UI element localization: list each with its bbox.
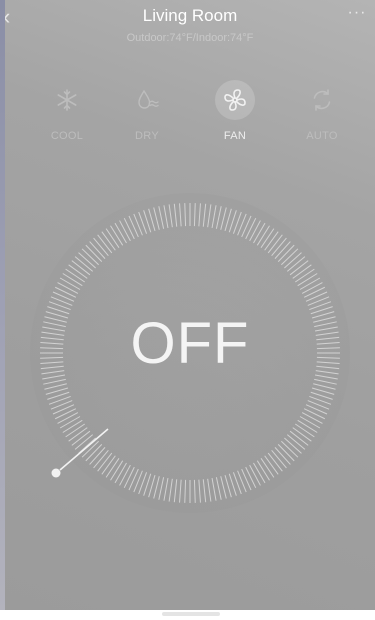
home-indicator[interactable] (162, 612, 220, 616)
mode-fan[interactable]: FAN (200, 80, 270, 148)
temperature-dial[interactable]: OFF (5, 170, 375, 550)
more-button[interactable]: ··· (347, 5, 367, 24)
more-icon: ··· (347, 4, 367, 21)
thermostat-screen: ‹ Living Room Outdoor:74°F/Indoor:74°F ·… (5, 0, 375, 610)
page-title: Living Room (142, 6, 238, 25)
mode-cool-label: COOL (50, 130, 84, 142)
snowflake-icon (47, 80, 87, 120)
mode-auto[interactable]: AUTO (287, 80, 357, 148)
mode-dry-label: DRY (135, 130, 159, 142)
dial-handle-knob[interactable] (51, 468, 61, 478)
mode-auto-label: AUTO (306, 130, 338, 142)
mode-cool[interactable]: COOL (32, 80, 102, 148)
mode-fan-label: FAN (223, 130, 247, 142)
header: ‹ Living Room Outdoor:74°F/Indoor:74°F ·… (5, 0, 375, 60)
mode-selector: COOL DRY FAN AUTO (5, 80, 375, 150)
power-state-text: OFF (130, 311, 250, 376)
mode-dry[interactable]: DRY (112, 80, 182, 148)
auto-cycle-icon (302, 80, 342, 120)
fan-icon (215, 80, 255, 120)
droplet-icon (127, 80, 167, 120)
temperature-readout: Outdoor:74°F/Indoor:74°F (126, 32, 254, 44)
